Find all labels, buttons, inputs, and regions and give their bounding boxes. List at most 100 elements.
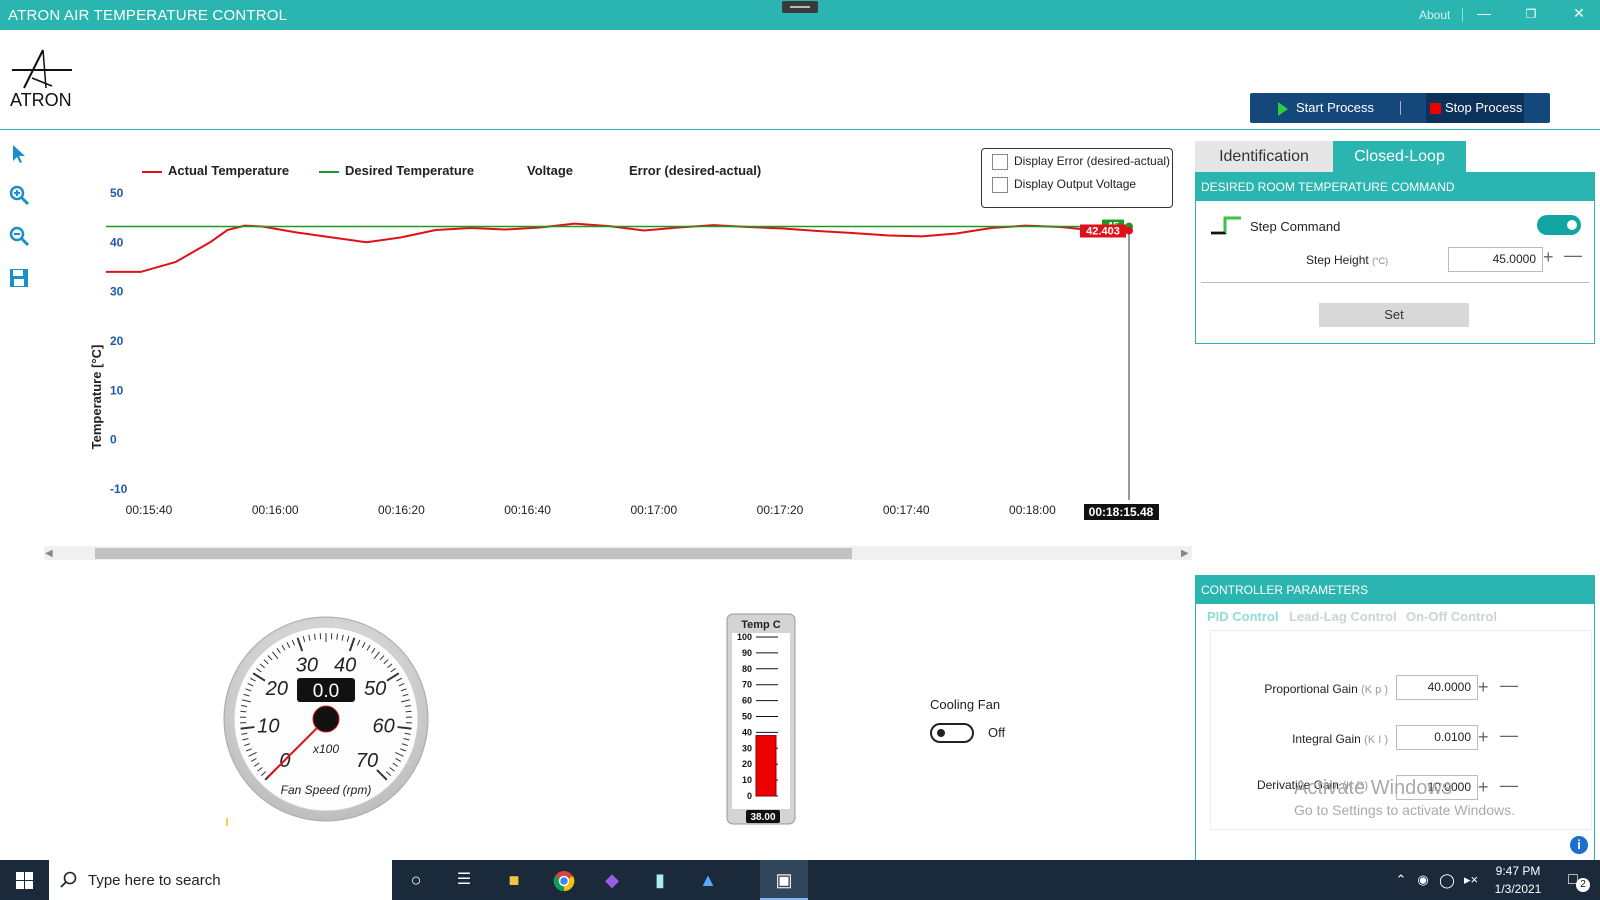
chart-options-box: Display Error (desired-actual) Display O…: [981, 148, 1173, 208]
gauge-scale-label: 70: [356, 750, 378, 772]
save-icon[interactable]: [8, 267, 30, 289]
process-separator: [1400, 101, 1401, 115]
timeline-icon[interactable]: ☰: [453, 870, 475, 890]
chevron-up-icon[interactable]: ⌃: [1390, 870, 1412, 890]
proportional-gain-text: Proportional Gain: [1264, 682, 1358, 696]
minimize-icon[interactable]: —: [1474, 5, 1494, 21]
subtab-pid-control[interactable]: PID Control: [1207, 609, 1279, 624]
taskbar-clock[interactable]: 9:47 PM 1/3/2021: [1485, 864, 1551, 896]
thermometer-scale-label: 50: [742, 712, 752, 722]
title-separator: [1462, 8, 1463, 22]
gauge-scale-label: 30: [296, 654, 318, 676]
step-height-minus-icon[interactable]: —: [1564, 245, 1582, 266]
gauge-label: Fan Speed (rpm): [281, 783, 372, 797]
network-icon[interactable]: ◯: [1436, 870, 1458, 890]
step-height-input[interactable]: 45.0000: [1448, 247, 1543, 272]
thermometer-scale-label: 40: [742, 727, 752, 737]
cooling-fan-toggle[interactable]: [930, 723, 974, 743]
about-link[interactable]: About: [1419, 8, 1450, 22]
thermometer-scale-label: 10: [742, 775, 752, 785]
y-tick-label: 40: [110, 235, 124, 249]
gauge-scale-label: 10: [257, 715, 279, 737]
atron-app-icon[interactable]: ▣: [773, 870, 795, 890]
taskbar-date: 1/3/2021: [1494, 882, 1542, 896]
close-icon[interactable]: ✕: [1569, 5, 1589, 22]
chrome-icon[interactable]: [553, 870, 575, 892]
photos-icon[interactable]: ▲: [697, 870, 719, 890]
info-icon[interactable]: i: [1570, 836, 1588, 854]
display-voltage-label: Display Output Voltage: [1014, 177, 1137, 192]
thermometer-scale-label: 100: [737, 632, 752, 642]
gauge-scale-label: 40: [334, 654, 356, 676]
proportional-gain-minus-icon[interactable]: —: [1500, 675, 1518, 696]
integral-gain-minus-icon[interactable]: —: [1500, 725, 1518, 746]
title-bar: ATRON AIR TEMPERATURE CONTROL About — ❐ …: [0, 0, 1600, 30]
legend-voltage[interactable]: Voltage: [527, 163, 573, 178]
display-voltage-option[interactable]: Display Output Voltage: [992, 177, 1136, 193]
fan-speed-gauge: 010203040506070 0.0 x100 Fan Speed (rpm): [223, 616, 429, 822]
set-button[interactable]: Set: [1319, 303, 1469, 327]
atron-logo-icon: [12, 49, 72, 89]
taskbar-time: 9:47 PM: [1495, 864, 1541, 878]
legend-desired-temperature[interactable]: Desired Temperature: [319, 163, 474, 178]
thermometer-level: [755, 735, 777, 797]
stop-process-label: Stop Process: [1445, 100, 1523, 115]
logo-text: ATRON: [10, 90, 72, 110]
task-view-icon[interactable]: ○: [405, 870, 427, 890]
legend-label-error: Error (desired-actual): [629, 163, 762, 178]
integral-gain-input[interactable]: 0.0100: [1396, 725, 1478, 750]
scroll-thumb[interactable]: [95, 548, 852, 559]
proportional-gain-plus-icon[interactable]: +: [1478, 677, 1489, 698]
windows-start-icon[interactable]: [16, 872, 33, 889]
volume-muted-icon[interactable]: ▸×: [1460, 870, 1482, 890]
process-controls: Start Process Stop Process: [1250, 93, 1550, 123]
file-explorer-icon[interactable]: ■: [503, 870, 525, 890]
display-error-option[interactable]: Display Error (desired-actual): [992, 154, 1170, 170]
derivative-gain-minus-icon[interactable]: —: [1500, 775, 1518, 796]
gauge-scale-label: 50: [364, 678, 386, 700]
proportional-gain-input[interactable]: 40.0000: [1396, 675, 1478, 700]
desired-divider: [1201, 282, 1589, 283]
subtab-lead-lag-control[interactable]: Lead-Lag Control: [1289, 609, 1397, 624]
display-voltage-checkbox[interactable]: [992, 177, 1008, 193]
proportional-gain-symbol: (K p ): [1361, 684, 1388, 696]
step-command-toggle[interactable]: [1537, 215, 1581, 235]
tab-closed-loop[interactable]: Closed-Loop: [1333, 141, 1466, 172]
gauge-multiplier: x100: [312, 742, 339, 756]
step-height-plus-icon[interactable]: +: [1543, 247, 1554, 268]
display-error-checkbox[interactable]: [992, 154, 1008, 170]
drag-handle[interactable]: [782, 1, 818, 13]
start-process-button[interactable]: Start Process: [1278, 93, 1374, 123]
legend-error[interactable]: Error (desired-actual): [629, 163, 761, 178]
y-tick-label: 0: [110, 433, 117, 447]
legend-label-voltage: Voltage: [527, 163, 573, 178]
thermometer-scale-label: 90: [742, 648, 752, 658]
thermometer-scale-label: 30: [742, 743, 752, 753]
visual-studio-icon[interactable]: ◆: [601, 870, 623, 890]
gauge-tick: [405, 710, 412, 713]
pointer-icon[interactable]: [8, 143, 30, 165]
gauge-scale-label: 60: [373, 715, 395, 737]
thermometer-readout: 38.00: [750, 812, 775, 823]
derivative-gain-plus-icon[interactable]: +: [1478, 777, 1489, 798]
gauge-hub: [312, 705, 340, 733]
app-icon[interactable]: ▮: [649, 870, 671, 890]
subtab-on-off-control[interactable]: On-Off Control: [1406, 609, 1497, 624]
webcam-icon[interactable]: ◉: [1412, 870, 1434, 890]
tab-identification[interactable]: Identification: [1195, 141, 1333, 172]
zoom-out-icon[interactable]: [8, 225, 30, 247]
y-tick-label: 30: [110, 285, 124, 299]
temperature-thermometer: Temp C 1009080706050403020100 38.00: [726, 613, 796, 825]
zoom-in-icon[interactable]: [8, 184, 30, 206]
scroll-right-icon[interactable]: ▶: [1181, 548, 1189, 559]
scroll-left-icon[interactable]: ◀: [45, 548, 53, 559]
integral-gain-plus-icon[interactable]: +: [1478, 727, 1489, 748]
stop-process-button[interactable]: Stop Process: [1426, 93, 1524, 123]
x-tick-label: 00:16:20: [378, 503, 425, 517]
search-icon: [60, 871, 77, 888]
restore-icon[interactable]: ❐: [1521, 7, 1541, 21]
legend-actual-temperature[interactable]: Actual Temperature: [142, 163, 289, 178]
controller-panel-header: CONTROLLER PARAMETERS: [1196, 576, 1594, 604]
cooling-fan-label: Cooling Fan: [930, 697, 1001, 712]
step-height-text: Step Height: [1306, 253, 1369, 267]
